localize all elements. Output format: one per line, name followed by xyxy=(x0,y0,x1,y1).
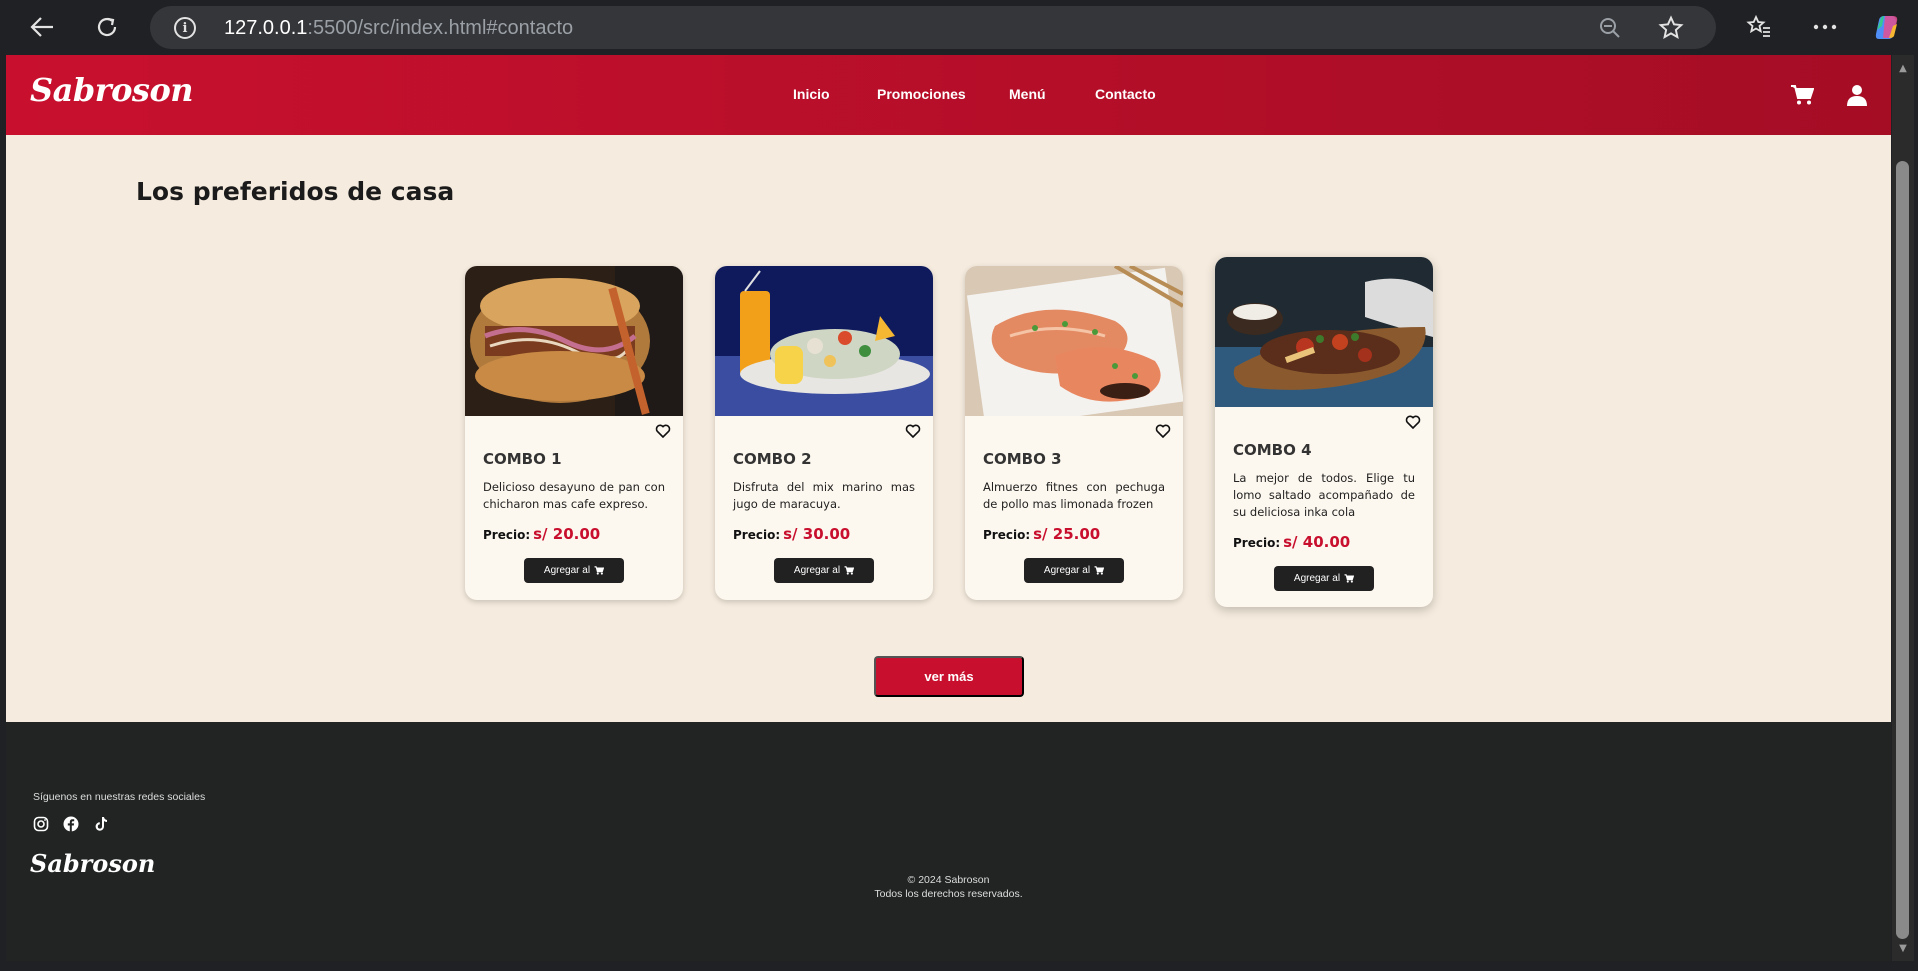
nav-promociones[interactable]: Promociones xyxy=(877,86,966,102)
see-more-button[interactable]: ver más xyxy=(874,656,1024,697)
cart-icon xyxy=(1344,574,1355,583)
product-card: COMBO 4 La mejor de todos. Elige tu lomo… xyxy=(1215,257,1433,607)
site-footer: Síguenos en nuestras redes sociales Sabr… xyxy=(6,722,1891,961)
url-text[interactable]: 127.0.0.1:5500/src/index.html#contacto xyxy=(224,17,573,40)
product-price: Precio: s/ 25.00 xyxy=(983,525,1101,543)
scroll-thumb[interactable] xyxy=(1896,161,1909,939)
rights-text: Todos los derechos reservados. xyxy=(874,888,1023,900)
add-to-cart-button[interactable]: Agregar al xyxy=(1024,558,1124,583)
product-description: Delicioso desayuno de pan con chicharon … xyxy=(483,480,665,511)
favorites-icon[interactable] xyxy=(1741,9,1777,45)
zoom-out-icon[interactable] xyxy=(1598,16,1622,44)
site-header: Sabroson Inicio Promociones Menú Contact… xyxy=(6,55,1891,135)
section-title: Los preferidos de casa xyxy=(136,177,455,206)
favorite-heart-icon[interactable] xyxy=(655,423,673,441)
product-title: COMBO 4 xyxy=(1233,441,1312,459)
product-title: COMBO 3 xyxy=(983,450,1062,468)
product-card: COMBO 2 Disfruta del mix marino mas jugo… xyxy=(715,266,933,600)
scroll-up-icon[interactable]: ▲ xyxy=(1896,63,1910,77)
product-description: Almuerzo fitnes con pechuga de pollo mas… xyxy=(983,480,1165,511)
product-description: Disfruta del mix marino mas jugo de mara… xyxy=(733,480,915,511)
nav-menu[interactable]: Menú xyxy=(1009,86,1046,102)
page-viewport: Sabroson Inicio Promociones Menú Contact… xyxy=(6,55,1891,961)
site-logo[interactable]: Sabroson xyxy=(30,71,194,109)
scroll-down-icon[interactable]: ▼ xyxy=(1896,943,1910,957)
product-image xyxy=(1215,257,1433,407)
social-heading: Síguenos en nuestras redes sociales xyxy=(33,791,206,803)
product-description: La mejor de todos. Elige tu lomo saltado… xyxy=(1233,471,1415,519)
product-price: Precio: s/ 40.00 xyxy=(1233,533,1351,551)
product-image xyxy=(965,266,1183,416)
add-to-cart-button[interactable]: Agregar al xyxy=(774,558,874,583)
add-to-cart-button[interactable]: Agregar al xyxy=(524,558,624,583)
page-scrollbar[interactable]: ▲ ▼ xyxy=(1892,55,1914,961)
instagram-icon[interactable] xyxy=(33,816,51,834)
nav-inicio[interactable]: Inicio xyxy=(793,86,830,102)
reload-icon[interactable] xyxy=(89,9,125,45)
user-icon[interactable] xyxy=(1843,81,1871,109)
add-to-cart-button[interactable]: Agregar al xyxy=(1274,566,1374,591)
favorite-heart-icon[interactable] xyxy=(905,423,923,441)
cart-icon xyxy=(844,566,855,575)
cart-icon[interactable] xyxy=(1788,81,1816,109)
cart-icon xyxy=(594,566,605,575)
product-title: COMBO 2 xyxy=(733,450,812,468)
nav-contacto[interactable]: Contacto xyxy=(1095,86,1156,102)
window-bottom-edge xyxy=(0,961,1918,971)
favorite-heart-icon[interactable] xyxy=(1155,423,1173,441)
back-icon[interactable] xyxy=(24,9,60,45)
browser-toolbar: i 127.0.0.1:5500/src/index.html#contacto xyxy=(0,0,1918,55)
more-options-icon[interactable] xyxy=(1807,9,1843,45)
product-price: Precio: s/ 30.00 xyxy=(733,525,851,543)
copyright-text: © 2024 Sabroson xyxy=(907,874,990,886)
product-card: COMBO 3 Almuerzo fitnes con pechuga de p… xyxy=(965,266,1183,600)
address-bar[interactable]: i 127.0.0.1:5500/src/index.html#contacto xyxy=(150,6,1716,49)
copilot-icon[interactable] xyxy=(1868,9,1904,45)
tiktok-icon[interactable] xyxy=(93,816,111,834)
cart-icon xyxy=(1094,566,1105,575)
product-price: Precio: s/ 20.00 xyxy=(483,525,601,543)
product-image xyxy=(715,266,933,416)
product-card: COMBO 1 Delicioso desayuno de pan con ch… xyxy=(465,266,683,600)
favorite-heart-icon[interactable] xyxy=(1405,414,1423,432)
facebook-icon[interactable] xyxy=(63,816,81,834)
product-image xyxy=(465,266,683,416)
favorite-star-icon[interactable] xyxy=(1658,15,1684,45)
product-title: COMBO 1 xyxy=(483,450,562,468)
info-icon[interactable]: i xyxy=(174,17,196,39)
